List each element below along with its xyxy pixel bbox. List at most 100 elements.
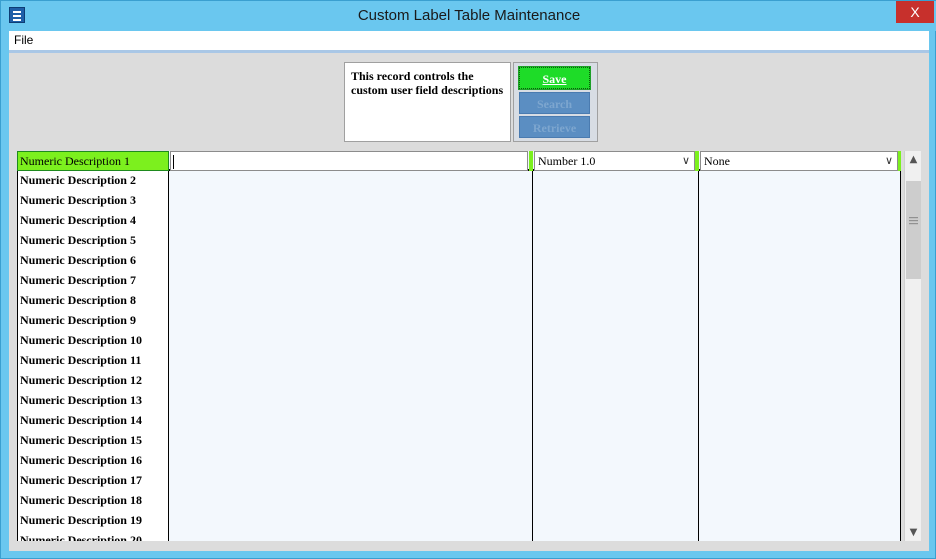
type-select[interactable] bbox=[533, 231, 699, 251]
decimal-select-value: None bbox=[704, 154, 730, 168]
decimal-select[interactable] bbox=[699, 491, 901, 511]
table-row: Numeric Description 12 bbox=[17, 371, 901, 391]
table-row: Numeric Description 4 bbox=[17, 211, 901, 231]
decimal-select[interactable] bbox=[699, 471, 901, 491]
decimal-select[interactable] bbox=[699, 271, 901, 291]
description-input[interactable] bbox=[169, 331, 533, 351]
type-select[interactable] bbox=[533, 291, 699, 311]
decimal-select[interactable] bbox=[699, 171, 901, 191]
scroll-up-icon[interactable]: ▲ bbox=[905, 151, 922, 168]
row-label: Numeric Description 13 bbox=[17, 391, 169, 411]
decimal-select[interactable] bbox=[699, 451, 901, 471]
decimal-select[interactable] bbox=[699, 351, 901, 371]
type-select[interactable] bbox=[533, 191, 699, 211]
vertical-scrollbar[interactable]: ▲ ― ― ― ▼ bbox=[904, 151, 921, 541]
decimal-select[interactable]: None ∨ bbox=[700, 151, 898, 171]
description-input[interactable] bbox=[169, 191, 533, 211]
row-label: Numeric Description 2 bbox=[17, 171, 169, 191]
table-row: Numeric Description 15 bbox=[17, 431, 901, 451]
type-select[interactable] bbox=[533, 331, 699, 351]
type-select[interactable] bbox=[533, 431, 699, 451]
type-select[interactable]: Number 1.0 ∨ bbox=[534, 151, 695, 171]
type-select-value: Number 1.0 bbox=[538, 154, 596, 168]
decimal-select[interactable] bbox=[699, 531, 901, 541]
type-select[interactable] bbox=[533, 371, 699, 391]
scroll-down-icon[interactable]: ▼ bbox=[905, 524, 922, 541]
decimal-select[interactable] bbox=[699, 191, 901, 211]
type-select[interactable] bbox=[533, 451, 699, 471]
decimal-select[interactable] bbox=[699, 431, 901, 451]
row-label: Numeric Description 15 bbox=[17, 431, 169, 451]
row-label: Numeric Description 1 bbox=[17, 151, 169, 171]
app-window: Custom Label Table Maintenance X File Th… bbox=[0, 0, 936, 559]
description-input[interactable] bbox=[169, 291, 533, 311]
type-select[interactable] bbox=[533, 311, 699, 331]
scroll-thumb[interactable] bbox=[906, 181, 921, 279]
type-select[interactable] bbox=[533, 251, 699, 271]
row-label: Numeric Description 19 bbox=[17, 511, 169, 531]
description-input[interactable] bbox=[169, 531, 533, 541]
description-input[interactable] bbox=[169, 411, 533, 431]
description-input[interactable] bbox=[169, 511, 533, 531]
description-input[interactable] bbox=[169, 391, 533, 411]
row-label: Numeric Description 14 bbox=[17, 411, 169, 431]
table-row: Numeric Description 20 bbox=[17, 531, 901, 541]
save-button[interactable]: Save bbox=[518, 66, 591, 90]
decimal-select[interactable] bbox=[699, 411, 901, 431]
decimal-select[interactable] bbox=[699, 311, 901, 331]
decimal-select[interactable] bbox=[699, 371, 901, 391]
decimal-select[interactable] bbox=[699, 331, 901, 351]
type-select[interactable] bbox=[533, 411, 699, 431]
row-label: Numeric Description 4 bbox=[17, 211, 169, 231]
description-input[interactable] bbox=[169, 211, 533, 231]
row-label: Numeric Description 6 bbox=[17, 251, 169, 271]
search-button[interactable]: Search bbox=[519, 92, 590, 114]
type-select[interactable] bbox=[533, 531, 699, 541]
description-input[interactable] bbox=[169, 271, 533, 291]
type-select[interactable] bbox=[533, 171, 699, 191]
text-cursor bbox=[173, 155, 174, 169]
decimal-select[interactable] bbox=[699, 211, 901, 231]
description-input[interactable] bbox=[169, 171, 533, 191]
row-label: Numeric Description 3 bbox=[17, 191, 169, 211]
description-input[interactable] bbox=[169, 231, 533, 251]
decimal-select[interactable] bbox=[699, 231, 901, 251]
table-row: Numeric Description 14 bbox=[17, 411, 901, 431]
description-input[interactable] bbox=[169, 371, 533, 391]
table-row: Numeric Description 3 bbox=[17, 191, 901, 211]
type-select[interactable] bbox=[533, 271, 699, 291]
type-select[interactable] bbox=[533, 511, 699, 531]
description-input[interactable] bbox=[169, 351, 533, 371]
chevron-down-icon[interactable]: ∨ bbox=[682, 152, 690, 170]
retrieve-button[interactable]: Retrieve bbox=[519, 116, 590, 138]
table-row: Numeric Description 10 bbox=[17, 331, 901, 351]
menu-file[interactable]: File bbox=[14, 33, 33, 47]
type-select[interactable] bbox=[533, 211, 699, 231]
description-input[interactable] bbox=[169, 311, 533, 331]
description-input[interactable] bbox=[169, 431, 533, 451]
chevron-down-icon[interactable]: ∨ bbox=[885, 152, 893, 170]
type-select[interactable] bbox=[533, 491, 699, 511]
close-button[interactable]: X bbox=[896, 1, 934, 23]
row-label: Numeric Description 12 bbox=[17, 371, 169, 391]
description-input[interactable] bbox=[169, 251, 533, 271]
table-row: Numeric Description 2 bbox=[17, 171, 901, 191]
info-message: This record controls the custom user fie… bbox=[344, 62, 511, 142]
table-row: Numeric Description 1 Number 1.0 ∨ None ∨ bbox=[17, 151, 901, 171]
row-label: Numeric Description 17 bbox=[17, 471, 169, 491]
description-input[interactable] bbox=[169, 491, 533, 511]
description-input[interactable] bbox=[169, 471, 533, 491]
type-select[interactable] bbox=[533, 391, 699, 411]
description-input[interactable] bbox=[170, 151, 528, 171]
decimal-select[interactable] bbox=[699, 251, 901, 271]
title-bar[interactable]: Custom Label Table Maintenance X bbox=[1, 1, 936, 31]
decimal-select[interactable] bbox=[699, 391, 901, 411]
window-title: Custom Label Table Maintenance bbox=[357, 7, 581, 24]
type-select[interactable] bbox=[533, 351, 699, 371]
description-input[interactable] bbox=[169, 451, 533, 471]
type-select[interactable] bbox=[533, 471, 699, 491]
table-row: Numeric Description 11 bbox=[17, 351, 901, 371]
decimal-select[interactable] bbox=[699, 511, 901, 531]
table-row: Numeric Description 5 bbox=[17, 231, 901, 251]
decimal-select[interactable] bbox=[699, 291, 901, 311]
